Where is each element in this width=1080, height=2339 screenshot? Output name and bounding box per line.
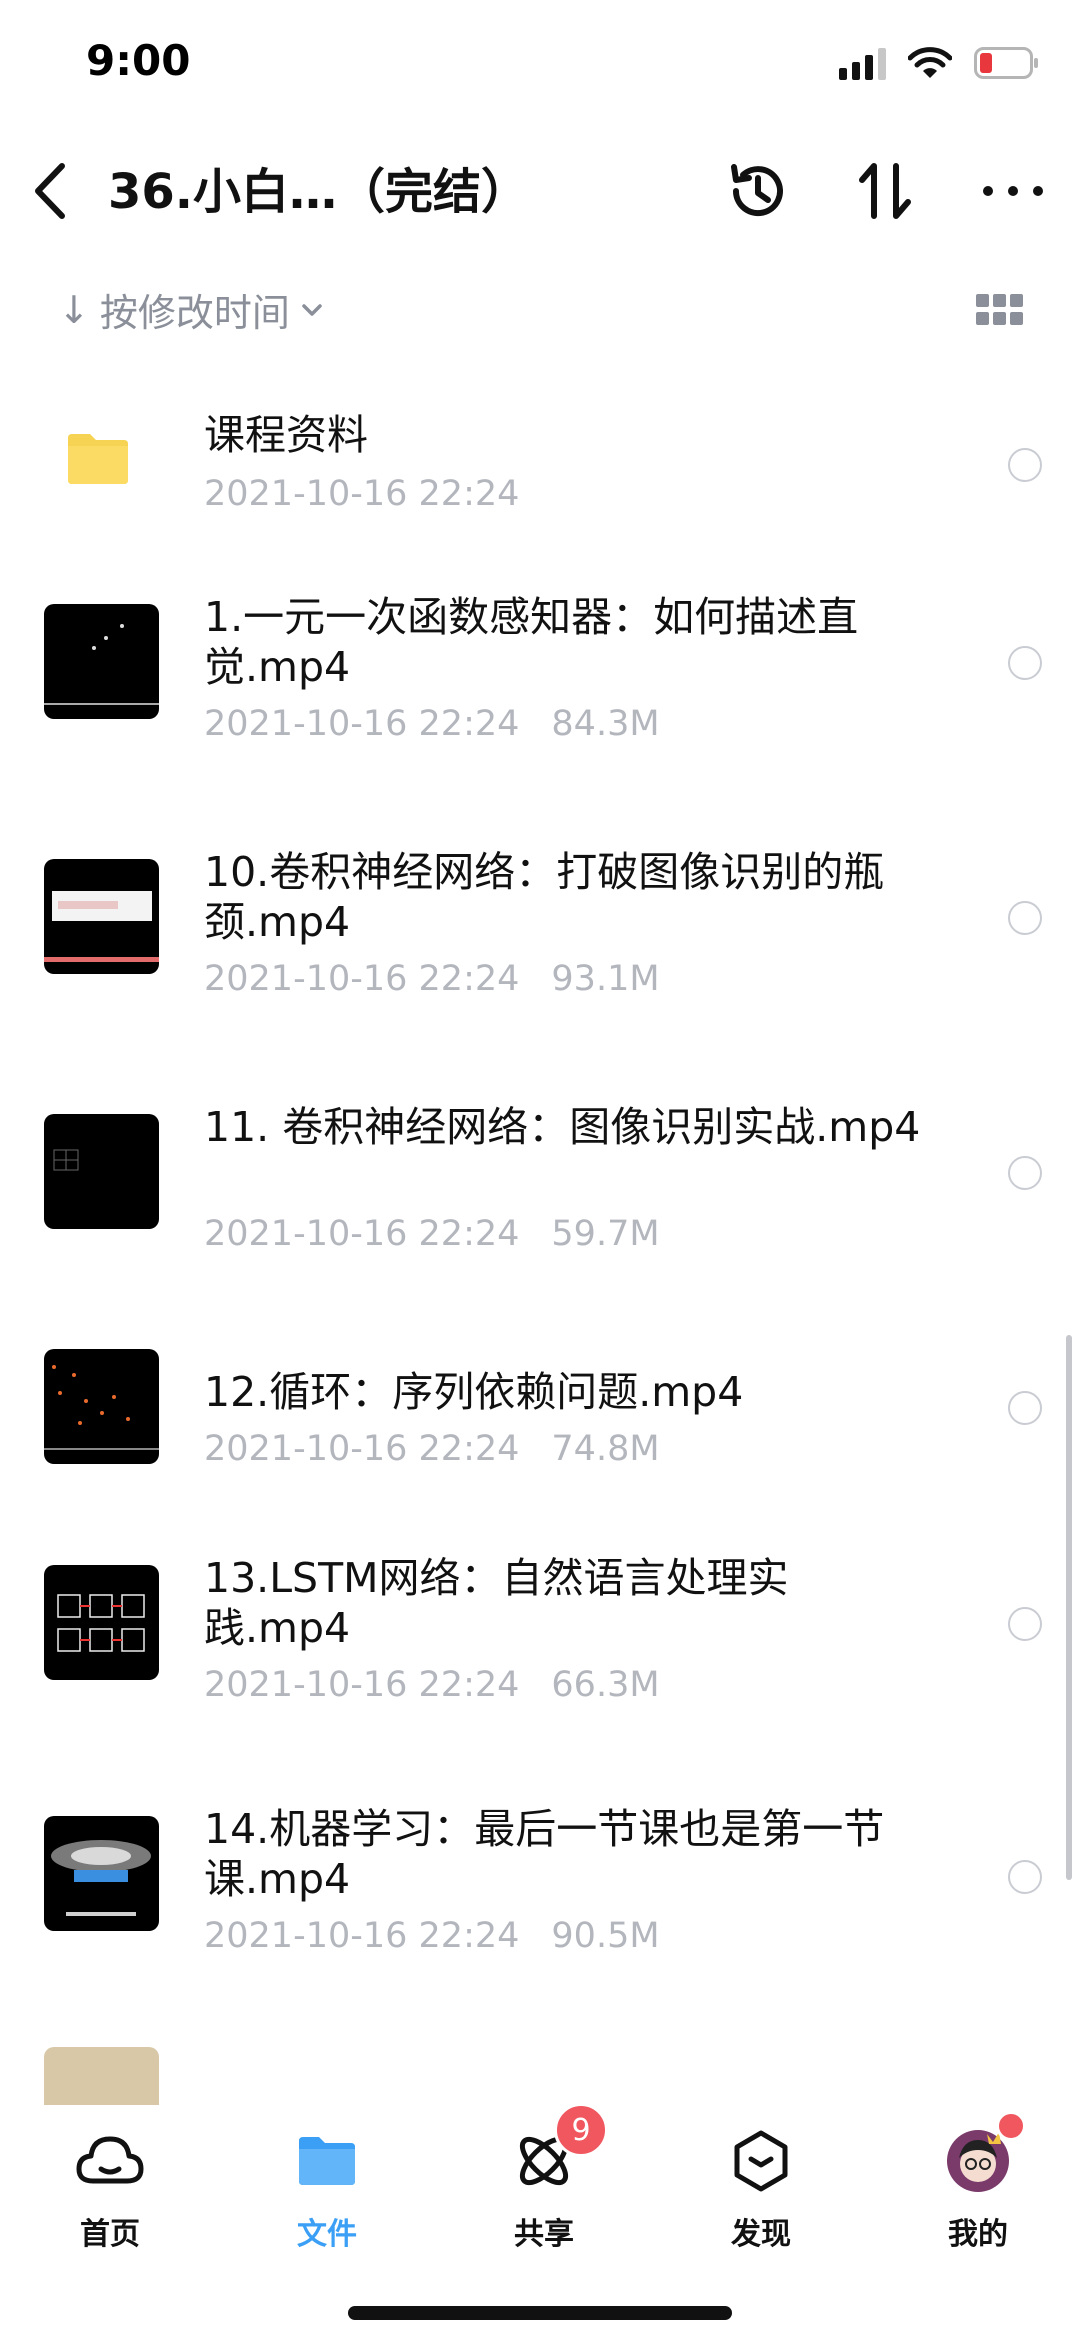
file-name: 课程资料 (204, 411, 368, 459)
sort-button[interactable] (852, 158, 918, 224)
file-date: 2021-10-16 22:24 (204, 1214, 520, 1254)
file-date: 2021-10-16 22:24 (204, 1916, 520, 1956)
select-radio[interactable] (1008, 646, 1042, 680)
video-thumbnail (44, 1816, 159, 1931)
file-name: 12.循环：序列依赖问题.mp4 (204, 1368, 744, 1416)
file-date: 2021-10-16 22:24 (204, 704, 520, 744)
chevron-left-icon (35, 163, 65, 219)
wifi-icon (908, 46, 952, 80)
file-date: 2021-10-16 22:24 (204, 1429, 520, 1469)
file-size: 93.1M (551, 959, 660, 999)
file-meta: 2021-10-16 22:24 93.1M (204, 959, 660, 999)
video-thumbnail (44, 1565, 159, 1680)
cloud-icon (76, 2136, 144, 2184)
select-radio[interactable] (1008, 1607, 1042, 1641)
sort-bar: ↓ 按修改时间 (0, 272, 1080, 348)
file-date: 2021-10-16 22:24 (204, 959, 520, 999)
select-radio[interactable] (1008, 1156, 1042, 1190)
tab-label: 发现 (731, 2217, 791, 2252)
status-time: 9:00 (86, 36, 191, 85)
video-thumbnail (44, 859, 159, 974)
grid-view-icon[interactable] (976, 294, 1024, 326)
notification-badge: 9 (554, 2103, 608, 2157)
sort-dropdown[interactable]: ↓ 按修改时间 (58, 282, 324, 337)
tab-share[interactable]: 9 共享 (474, 2103, 614, 2253)
video-thumbnail (44, 1114, 159, 1229)
file-meta: 2021-10-16 22:24 84.3M (204, 704, 660, 744)
file-meta: 2021-10-16 22:24 74.8M (204, 1429, 660, 1469)
sort-arrows-icon (859, 163, 911, 219)
list-item[interactable]: 课程资料 2021-10-16 22:24 (0, 360, 1080, 540)
status-bar: 9:00 (0, 0, 1080, 130)
select-radio[interactable] (1008, 1391, 1042, 1425)
back-button[interactable] (24, 154, 84, 224)
tab-discover[interactable]: 发现 (691, 2121, 831, 2253)
tab-label: 首页 (80, 2217, 140, 2252)
file-meta: 2021-10-16 22:24 (204, 474, 519, 514)
tab-files[interactable]: 文件 (257, 2121, 397, 2253)
status-icons (839, 46, 1040, 80)
folder-icon (299, 2137, 355, 2185)
tab-label: 我的 (948, 2217, 1008, 2252)
discover-icon (734, 2130, 788, 2192)
sort-arrow: ↓ (58, 287, 90, 332)
file-list: 课程资料 2021-10-16 22:24 1.一元一次函数感知器：如何描述直觉… (0, 360, 1080, 2105)
select-radio[interactable] (1008, 901, 1042, 935)
video-thumbnail (44, 1349, 159, 1464)
list-item[interactable]: 14.机器学习：最后一节课也是第一节课.mp4 2021-10-16 22:24… (0, 1760, 1080, 2015)
page-title: 36.小白…（完结） (108, 164, 530, 220)
signal-icon (839, 46, 886, 80)
file-name: 14.机器学习：最后一节课也是第一节课.mp4 (204, 1805, 885, 1903)
list-item-partial[interactable] (0, 2015, 1080, 2105)
file-name: 1.一元一次函数感知器：如何描述直觉.mp4 (204, 593, 859, 691)
file-meta: 2021-10-16 22:24 66.3M (204, 1665, 660, 1705)
battery-icon (974, 47, 1040, 79)
list-item[interactable]: 10.卷积神经网络：打破图像识别的瓶颈.mp4 2021-10-16 22:24… (0, 795, 1080, 1050)
file-date: 2021-10-16 22:24 (204, 474, 520, 514)
tab-label: 文件 (297, 2217, 357, 2252)
more-icon (983, 186, 1043, 196)
file-name: 13.LSTM网络：自然语言处理实践.mp4 (204, 1554, 789, 1652)
tab-bar: 首页 文件 9 共享 发现 我的 (0, 2103, 1080, 2339)
list-item[interactable]: 1.一元一次函数感知器：如何描述直觉.mp4 2021-10-16 22:24 8… (0, 540, 1080, 795)
list-item[interactable]: 11. 卷积神经网络：图像识别实战.mp4 2021-10-16 22:24 59… (0, 1050, 1080, 1305)
file-size: 84.3M (551, 704, 660, 744)
list-item[interactable]: 12.循环：序列依赖问题.mp4 2021-10-16 22:24 74.8M (0, 1305, 1080, 1505)
scrollbar[interactable] (1066, 1335, 1072, 1880)
list-item[interactable]: 13.LSTM网络：自然语言处理实践.mp4 2021-10-16 22:24 6… (0, 1505, 1080, 1760)
file-meta: 2021-10-16 22:24 90.5M (204, 1916, 660, 1956)
select-radio[interactable] (1008, 1860, 1042, 1894)
video-thumbnail (44, 2047, 159, 2105)
history-icon (731, 164, 783, 217)
file-size: 74.8M (551, 1429, 660, 1469)
file-size: 90.5M (551, 1916, 660, 1956)
tab-home[interactable]: 首页 (40, 2121, 180, 2253)
chevron-down-icon (302, 303, 322, 316)
folder-icon (68, 434, 128, 484)
tab-label: 共享 (514, 2217, 574, 2252)
more-button[interactable] (980, 158, 1046, 224)
file-name: 10.卷积神经网络：打破图像识别的瓶颈.mp4 (204, 848, 885, 946)
file-meta: 2021-10-16 22:24 59.7M (204, 1214, 660, 1254)
home-indicator[interactable] (348, 2306, 732, 2320)
navigation-bar: 36.小白…（完结） (0, 140, 1080, 250)
history-button[interactable] (724, 158, 790, 224)
video-thumbnail (44, 604, 159, 719)
file-size: 59.7M (551, 1214, 660, 1254)
file-size: 66.3M (551, 1665, 660, 1705)
file-name: 11. 卷积神经网络：图像识别实战.mp4 (204, 1103, 921, 1151)
sort-label: 按修改时间 (99, 291, 290, 335)
file-date: 2021-10-16 22:24 (204, 1665, 520, 1705)
tab-me[interactable]: 我的 (908, 2111, 1048, 2253)
notification-dot (996, 2111, 1026, 2141)
select-radio[interactable] (1008, 448, 1042, 482)
